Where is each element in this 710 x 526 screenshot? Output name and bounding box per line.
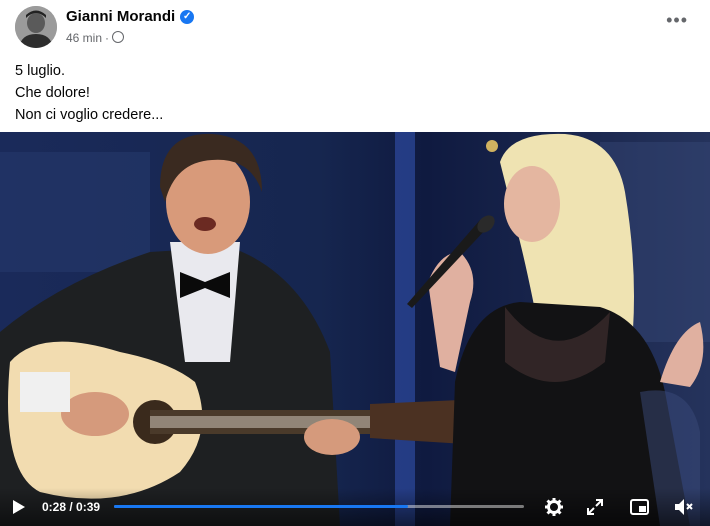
post-text-line: 5 luglio.	[15, 63, 65, 79]
video-frame	[0, 132, 710, 526]
post-timestamp[interactable]: 46 min	[66, 31, 102, 45]
volume-icon[interactable]	[674, 498, 696, 516]
video-player[interactable]: 0:28 / 0:39	[0, 132, 710, 526]
meta-separator: ·	[105, 31, 110, 45]
post-text-line: Non ci voglio credere...	[15, 107, 164, 123]
globe-icon[interactable]	[112, 31, 125, 43]
author-name[interactable]: Gianni Morandi	[66, 8, 175, 25]
progress-bar[interactable]	[114, 505, 524, 508]
post-text-line: Che dolore!	[15, 85, 90, 101]
video-time: 0:28 / 0:39	[42, 500, 101, 514]
picture-in-picture-icon[interactable]	[630, 498, 649, 516]
video-controls: 0:28 / 0:39	[0, 488, 710, 526]
gear-icon[interactable]	[545, 498, 563, 516]
expand-icon[interactable]	[586, 498, 604, 516]
more-options-icon[interactable]: •••	[666, 10, 688, 31]
avatar[interactable]	[15, 6, 57, 48]
post-meta: 46 min ·	[66, 31, 125, 45]
progress-fill	[114, 505, 409, 508]
post-text: 5 luglio. Che dolore! Non ci voglio cred…	[15, 60, 163, 126]
facebook-post: Gianni Morandi ✓ 46 min · ••• 5 luglio. Ch…	[0, 0, 710, 526]
play-icon[interactable]	[12, 499, 26, 515]
verified-badge-icon: ✓	[180, 10, 195, 25]
